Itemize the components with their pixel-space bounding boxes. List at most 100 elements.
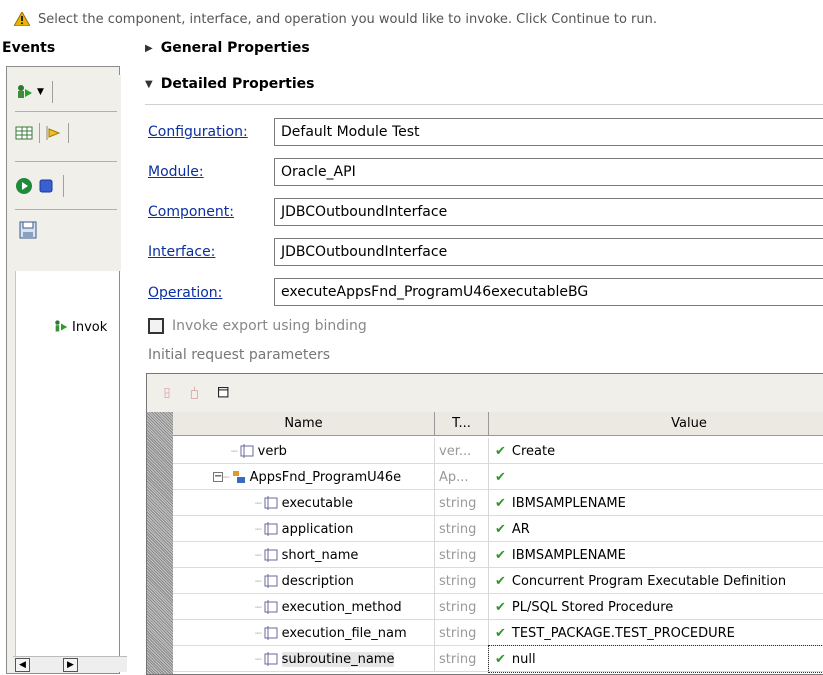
events-title: Events xyxy=(2,40,56,56)
stop-icon[interactable] xyxy=(37,177,55,195)
component-link[interactable]: Component: xyxy=(148,204,234,220)
configuration-link[interactable]: Configuration: xyxy=(148,124,248,140)
window-icon[interactable] xyxy=(217,384,231,402)
chevron-right-icon: ▶ xyxy=(145,42,153,54)
chevron-down-icon[interactable]: ▼ xyxy=(37,87,44,97)
row-type: string xyxy=(435,594,489,620)
row-name: execution_method xyxy=(281,599,402,615)
row-name: short_name xyxy=(281,547,359,563)
row-value[interactable]: ✔ PL/SQL Stored Procedure xyxy=(489,594,823,620)
scroll-right-icon[interactable]: ▶ xyxy=(63,658,78,672)
events-toolbar-row-2 xyxy=(15,123,69,143)
check-icon: ✔ xyxy=(495,625,506,641)
filter-events-icon[interactable] xyxy=(44,124,62,142)
component-field[interactable]: JDBCOutboundInterface xyxy=(274,198,823,226)
chevron-down-icon: ▼ xyxy=(145,78,153,90)
field-node-icon xyxy=(264,652,278,666)
table-toolbar xyxy=(147,374,823,412)
add-child-icon[interactable] xyxy=(189,384,203,402)
row-type: ver... xyxy=(435,438,489,464)
instruction-text: Select the component, interface, and ope… xyxy=(38,11,657,27)
collapse-icon[interactable]: − xyxy=(213,472,223,482)
table-row[interactable]: − ┈ AppsFnd_ProgramU46e Ap... ✔ xyxy=(173,464,823,490)
field-node-icon xyxy=(264,626,278,640)
event-item-label: Invok xyxy=(72,319,108,335)
table-row[interactable]: ┈ executable string ✔ IBMSAMPLENAME xyxy=(173,490,823,516)
events-toolbar-row-3 xyxy=(15,175,64,197)
row-value[interactable]: ✔ xyxy=(489,464,823,490)
module-link[interactable]: Module: xyxy=(148,164,204,180)
check-icon: ✔ xyxy=(495,651,506,667)
general-properties-section[interactable]: ▶ General Properties xyxy=(145,40,310,56)
table-row[interactable]: ┈ description string ✔ Concurrent Program… xyxy=(173,568,823,594)
row-name: description xyxy=(281,573,354,589)
table-icon[interactable] xyxy=(15,124,33,142)
field-node-icon xyxy=(240,444,254,458)
table-body: Name T... Value ┈ verb ver... ✔ Create − … xyxy=(147,412,823,674)
configuration-field[interactable]: Default Module Test xyxy=(274,118,823,146)
row-name: application xyxy=(281,521,354,537)
remove-row-icon[interactable] xyxy=(163,384,175,402)
operation-link[interactable]: Operation: xyxy=(148,285,222,301)
run-icon[interactable] xyxy=(15,177,33,195)
instruction-message: Select the component, interface, and ope… xyxy=(14,10,657,28)
check-icon: ✔ xyxy=(495,599,506,615)
table-row[interactable]: ┈ application string ✔ AR xyxy=(173,516,823,542)
check-icon: ✔ xyxy=(495,547,506,563)
check-icon: ✔ xyxy=(495,521,506,537)
table-row[interactable]: ┈ subroutine_name string ✔ null xyxy=(173,645,823,673)
table-row[interactable]: ┈ execution_method string ✔ PL/SQL Stored… xyxy=(173,594,823,620)
row-type: string xyxy=(435,516,489,542)
check-icon: ✔ xyxy=(495,443,506,459)
field-node-icon xyxy=(264,496,278,510)
row-type: Ap... xyxy=(435,464,489,490)
row-value[interactable]: ✔ null xyxy=(488,645,823,673)
column-header-type[interactable]: T... xyxy=(435,412,489,436)
event-item-invoke[interactable]: Invok xyxy=(53,319,107,335)
business-object-icon xyxy=(232,471,245,483)
parameters-table: Name T... Value ┈ verb ver... ✔ Create − … xyxy=(146,373,823,675)
row-type: string xyxy=(435,490,489,516)
module-field[interactable]: Oracle_API xyxy=(274,158,823,186)
row-value[interactable]: ✔ AR xyxy=(489,516,823,542)
scroll-left-icon[interactable]: ◀ xyxy=(15,658,30,672)
check-icon: ✔ xyxy=(495,469,506,485)
save-icon[interactable] xyxy=(19,221,37,239)
field-node-icon xyxy=(264,548,278,562)
table-row[interactable]: ┈ short_name string ✔ IBMSAMPLENAME xyxy=(173,542,823,568)
field-node-icon xyxy=(264,600,278,614)
row-value[interactable]: ✔ TEST_PACKAGE.TEST_PROCEDURE xyxy=(489,620,823,646)
column-header-value[interactable]: Value xyxy=(489,412,823,436)
row-value[interactable]: ✔ IBMSAMPLENAME xyxy=(489,542,823,568)
interface-link[interactable]: Interface: xyxy=(148,244,215,260)
row-name: executable xyxy=(281,495,353,511)
row-type: string xyxy=(435,542,489,568)
operation-field[interactable]: executeAppsFnd_ProgramU46executableBG xyxy=(274,278,823,306)
invoke-icon xyxy=(55,320,68,332)
interface-field[interactable]: JDBCOutboundInterface xyxy=(274,238,823,266)
check-icon: ✔ xyxy=(495,573,506,589)
row-value[interactable]: ✔ Create xyxy=(489,438,823,464)
general-properties-title: General Properties xyxy=(160,40,310,56)
column-header-name[interactable]: Name xyxy=(173,412,435,436)
field-node-icon xyxy=(264,522,278,536)
row-value[interactable]: ✔ Concurrent Program Executable Definitio… xyxy=(489,568,823,594)
table-row[interactable]: ┈ execution_file_nam string ✔ TEST_PACKAG… xyxy=(173,620,823,646)
events-panel: ▼ Invok ◀ ▶ xyxy=(6,66,127,674)
row-name: subroutine_name xyxy=(281,651,395,667)
params-label: Initial request parameters xyxy=(148,347,331,363)
events-horizontal-scrollbar[interactable]: ◀ ▶ xyxy=(13,656,127,672)
detailed-properties-section[interactable]: ▼ Detailed Properties xyxy=(145,76,314,92)
binding-checkbox[interactable] xyxy=(148,318,164,334)
binding-checkbox-label: Invoke export using binding xyxy=(172,318,367,334)
binding-checkbox-row[interactable]: Invoke export using binding xyxy=(148,318,367,334)
table-row[interactable]: ┈ verb ver... ✔ Create xyxy=(173,438,823,464)
field-node-icon xyxy=(264,574,278,588)
check-icon: ✔ xyxy=(495,495,506,511)
row-type: string xyxy=(435,620,489,646)
add-event-icon[interactable] xyxy=(15,83,33,101)
row-name: execution_file_nam xyxy=(281,625,407,641)
row-value[interactable]: ✔ IBMSAMPLENAME xyxy=(489,490,823,516)
warning-icon xyxy=(14,12,30,26)
row-type: string xyxy=(435,646,489,672)
